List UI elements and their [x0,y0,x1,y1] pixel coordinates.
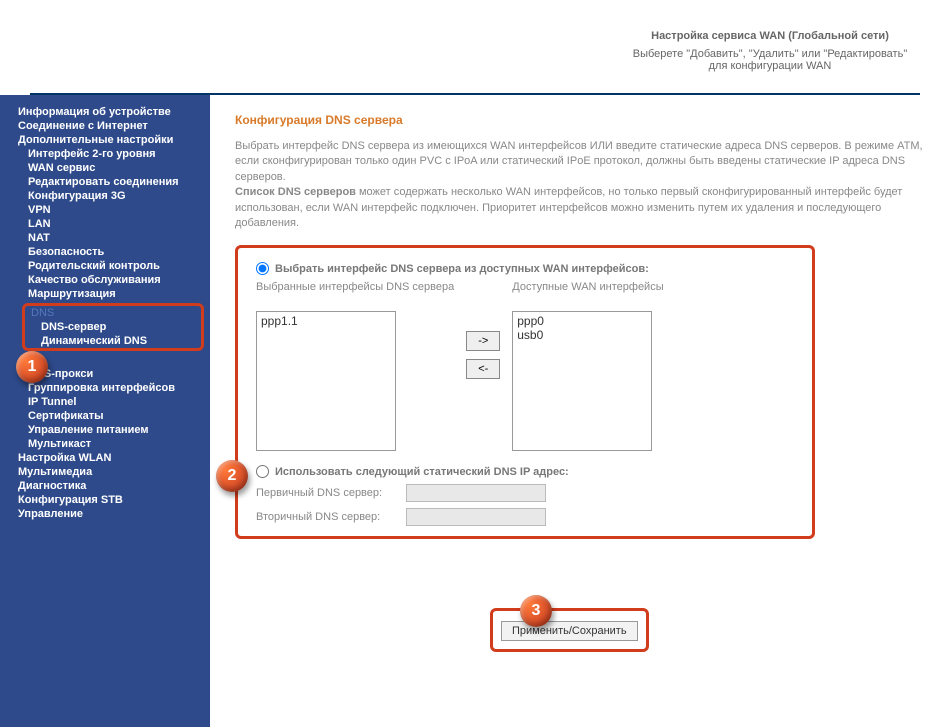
nav-item-0[interactable]: Информация об устройстве [0,105,210,119]
content-title: Конфигурация DNS сервера [235,113,925,127]
dns-config-panel: Выбрать интерфейс DNS сервера из доступн… [235,245,815,539]
sidebar: Информация об устройствеСоединение с Инт… [0,95,210,727]
move-right-button[interactable]: -> [466,331,500,351]
nav-item-1[interactable]: Соединение с Интернет [0,119,210,133]
nav-item-5[interactable]: Редактировать соединения [0,175,210,189]
nav-item2-11[interactable]: Управление [0,507,210,521]
annotation-marker-2: 2 [216,460,248,492]
primary-dns-input[interactable] [406,484,546,502]
move-left-button[interactable]: <- [466,359,500,379]
page-header: Настройка сервиса WAN (Глобальной сети) … [0,0,950,95]
apply-highlight: Применить/Сохранить [490,608,649,652]
annotation-marker-3: 3 [520,595,552,627]
annotation-marker-1: 1 [16,351,48,383]
nav-item2-8[interactable]: Мультимедиа [0,465,210,479]
nav-item2-5[interactable]: Управление питанием [0,423,210,437]
nav-item-2[interactable]: Дополнительные настройки [0,133,210,147]
nav-item-4[interactable]: WAN сервис [0,161,210,175]
nav-item-10[interactable]: Безопасность [0,245,210,259]
list-item[interactable]: ppp1.1 [259,314,393,328]
nav-item-11[interactable]: Родительский контроль [0,259,210,273]
selected-interfaces-list[interactable]: ppp1.1 [256,311,396,451]
radio-static-dns-label: Использовать следующий статический DNS I… [275,466,569,478]
list-item[interactable]: usb0 [515,328,649,342]
nav-item-7[interactable]: VPN [0,203,210,217]
nav-item-9[interactable]: NAT [0,231,210,245]
nav-item2-2[interactable]: Группировка интерфейсов [0,381,210,395]
dns-nav-highlight: DNS DNS-сервер Динамический DNS [22,303,204,351]
header-title: Настройка сервиса WAN (Глобальной сети) [630,30,910,42]
header-subtitle: Выберете "Добавить", "Удалить" или "Реда… [630,48,910,72]
nav-item2-3[interactable]: IP Tunnel [0,395,210,409]
available-list-label: Доступные WAN интерфейсы [512,281,663,309]
nav-item2-4[interactable]: Сертификаты [0,409,210,423]
radio-select-interface-label: Выбрать интерфейс DNS сервера из доступн… [275,263,649,275]
nav-item2-7[interactable]: Настройка WLAN [0,451,210,465]
content-description: Выбрать интерфейс DNS сервера из имеющих… [235,139,925,231]
nav-item-8[interactable]: LAN [0,217,210,231]
list-item[interactable]: ppp0 [515,314,649,328]
nav-dns-section[interactable]: DNS [25,306,201,320]
radio-select-interface[interactable] [256,262,269,275]
nav-item-13[interactable]: Маршрутизация [0,287,210,301]
apply-save-button[interactable]: Применить/Сохранить [501,621,638,641]
radio-static-dns[interactable] [256,465,269,478]
nav-item2-9[interactable]: Диагностика [0,479,210,493]
primary-dns-label: Первичный DNS сервер: [256,487,406,499]
secondary-dns-input[interactable] [406,508,546,526]
available-interfaces-list[interactable]: ppp0usb0 [512,311,652,451]
selected-list-label: Выбранные интерфейсы DNS сервера [256,281,454,309]
nav-item-12[interactable]: Качество обслуживания [0,273,210,287]
nav-item2-6[interactable]: Мультикаст [0,437,210,451]
nav-item2-10[interactable]: Конфигурация STB [0,493,210,507]
nav-dynamic-dns[interactable]: Динамический DNS [25,334,201,348]
secondary-dns-label: Вторичный DNS сервер: [256,511,406,523]
nav-item-6[interactable]: Конфигурация 3G [0,189,210,203]
nav-item-3[interactable]: Интерфейс 2-го уровня [0,147,210,161]
nav-dns-server[interactable]: DNS-сервер [25,320,201,334]
